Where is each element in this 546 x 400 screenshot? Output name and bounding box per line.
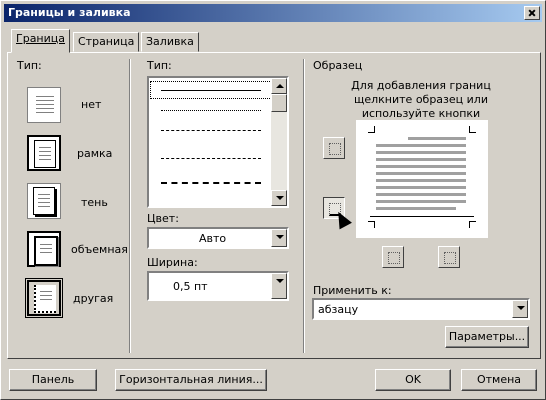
line-style-scrollbar[interactable] bbox=[271, 78, 287, 206]
border-top-icon bbox=[329, 143, 341, 155]
options-button[interactable]: Параметры... bbox=[445, 326, 529, 348]
line-style-dotted[interactable] bbox=[151, 102, 271, 118]
type-label: Тип: bbox=[17, 59, 42, 72]
color-dropdown-icon[interactable] bbox=[271, 229, 287, 247]
apply-select[interactable]: абзацу bbox=[312, 298, 530, 320]
title-bar: Границы и заливка bbox=[4, 4, 542, 22]
preview-bottom-border bbox=[370, 216, 474, 217]
scroll-up-icon[interactable] bbox=[271, 78, 287, 94]
border-none-icon[interactable] bbox=[27, 87, 61, 123]
tab-shading[interactable]: Заливка bbox=[141, 32, 199, 52]
border-right-icon bbox=[444, 252, 456, 264]
apply-label: Применить к: bbox=[313, 284, 392, 297]
tab-page[interactable]: Страница bbox=[73, 32, 140, 52]
tab-border[interactable]: Граница bbox=[11, 29, 71, 53]
right-border-button[interactable] bbox=[438, 246, 460, 268]
width-select[interactable]: 0,5 пт bbox=[147, 271, 289, 301]
left-border-button[interactable] bbox=[382, 246, 404, 268]
cancel-button[interactable]: Отмена bbox=[461, 369, 537, 391]
border-shadow-icon[interactable] bbox=[27, 183, 61, 219]
scroll-down-icon[interactable] bbox=[271, 190, 287, 206]
line-style-dashed[interactable] bbox=[151, 122, 271, 138]
preset-3d-label: объемная bbox=[71, 243, 128, 256]
border-preview[interactable] bbox=[356, 120, 488, 238]
width-value: 0,5 пт bbox=[173, 280, 208, 293]
line-style-solid[interactable] bbox=[150, 81, 272, 99]
horizontal-line-button[interactable]: Горизонтальная линия... bbox=[115, 369, 267, 391]
preset-shadow-label: тень bbox=[81, 196, 108, 209]
border-left-icon bbox=[388, 252, 400, 264]
top-border-button[interactable] bbox=[323, 137, 345, 159]
border-custom-icon[interactable] bbox=[25, 278, 63, 318]
close-icon[interactable] bbox=[524, 6, 540, 20]
line-style-dash-dot[interactable] bbox=[151, 174, 271, 190]
line-style-listbox[interactable] bbox=[147, 76, 289, 208]
preset-custom-label: другая bbox=[73, 292, 114, 305]
width-label: Ширина: bbox=[147, 256, 198, 269]
apply-dropdown-icon[interactable] bbox=[512, 300, 528, 318]
window-title: Границы и заливка bbox=[8, 6, 131, 19]
style-label: Тип: bbox=[147, 59, 172, 72]
right-separator bbox=[303, 59, 305, 353]
color-label: Цвет: bbox=[147, 212, 179, 225]
color-select[interactable]: Авто bbox=[147, 227, 289, 249]
preset-box-label: рамка bbox=[77, 147, 113, 160]
preview-label: Образец bbox=[313, 59, 363, 72]
borders-dialog: Границы и заливка Граница Страница Залив… bbox=[0, 0, 546, 400]
left-separator bbox=[129, 59, 131, 353]
preview-hint: Для добавления границ щелкните образец и… bbox=[351, 79, 491, 120]
scroll-thumb[interactable] bbox=[271, 94, 287, 112]
panel-button[interactable]: Панель bbox=[9, 369, 97, 391]
apply-value: абзацу bbox=[318, 303, 359, 316]
color-value: Авто bbox=[199, 232, 227, 245]
ok-button[interactable]: OK bbox=[375, 369, 451, 391]
preset-none-label: нет bbox=[81, 98, 102, 111]
width-dropdown-icon[interactable] bbox=[271, 273, 287, 299]
line-style-long-dash[interactable] bbox=[151, 150, 271, 166]
border-3d-icon[interactable] bbox=[27, 231, 61, 267]
border-box-icon[interactable] bbox=[27, 135, 61, 171]
